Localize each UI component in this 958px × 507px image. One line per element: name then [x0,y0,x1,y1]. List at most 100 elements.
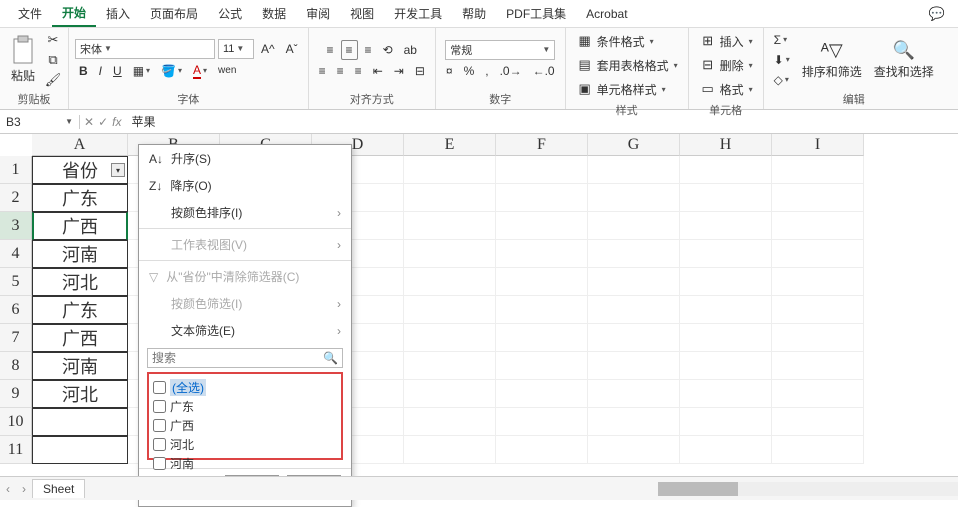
tab-formula[interactable]: 公式 [208,1,252,26]
merge-button[interactable]: ⊟ [411,62,429,80]
cell[interactable] [496,436,588,464]
fill-color-button[interactable]: 🪣▾ [157,62,186,80]
cell[interactable] [772,184,864,212]
cell[interactable] [680,296,772,324]
row-header[interactable]: 8 [0,352,32,380]
fill-button[interactable]: ⬇▾ [770,51,794,69]
col-header-g[interactable]: G [588,134,680,156]
decrease-decimal-button[interactable]: ←.0 [529,62,559,80]
cell[interactable] [496,296,588,324]
format-painter-button[interactable]: 🖌 [44,71,62,89]
row-header[interactable]: 4 [0,240,32,268]
percent-button[interactable]: % [460,62,479,80]
cut-button[interactable]: ✂ [44,31,62,49]
cell[interactable] [404,268,496,296]
name-box[interactable]: B3▼ [0,115,80,129]
cell[interactable] [680,212,772,240]
sheet-tab[interactable]: Sheet [32,479,85,498]
cell[interactable] [588,212,680,240]
sort-by-color-item[interactable]: 按颜色排序(I)› [139,199,351,226]
cell[interactable] [588,436,680,464]
underline-button[interactable]: U [109,62,126,80]
cell[interactable] [496,156,588,184]
cancel-formula-button[interactable]: ✕ [84,115,94,129]
cell[interactable] [588,324,680,352]
clear-button[interactable]: ◇▾ [770,71,793,89]
cell-styles-button[interactable]: ▣单元格样式▾ [572,78,670,100]
cell[interactable] [404,184,496,212]
italic-button[interactable]: I [95,62,106,80]
sheet-nav-prev[interactable]: ‹ [0,482,16,496]
comments-button[interactable]: 💬 [924,3,950,25]
tab-file[interactable]: 文件 [8,1,52,26]
cell[interactable]: 广西 [32,212,128,240]
align-right-button[interactable]: ≡ [351,62,366,80]
cell[interactable] [588,156,680,184]
cell[interactable] [588,408,680,436]
filter-search[interactable]: 🔍 [147,348,343,368]
cell[interactable] [680,352,772,380]
tab-view[interactable]: 视图 [340,1,384,26]
increase-font-button[interactable]: A^ [257,40,279,58]
enter-formula-button[interactable]: ✓ [98,115,108,129]
tab-insert[interactable]: 插入 [96,1,140,26]
col-header-i[interactable]: I [772,134,864,156]
cell[interactable] [496,352,588,380]
cell[interactable] [772,240,864,268]
cell[interactable] [588,296,680,324]
tab-data[interactable]: 数据 [252,1,296,26]
tab-layout[interactable]: 页面布局 [140,1,208,26]
row-header[interactable]: 11 [0,436,32,464]
row-header[interactable]: 9 [0,380,32,408]
cell[interactable] [680,436,772,464]
filter-search-input[interactable] [152,351,323,365]
cell[interactable]: 河南 [32,352,128,380]
col-header-e[interactable]: E [404,134,496,156]
cell[interactable] [772,352,864,380]
cell[interactable] [404,324,496,352]
cell[interactable] [32,436,128,464]
tab-review[interactable]: 审阅 [296,1,340,26]
row-header[interactable]: 10 [0,408,32,436]
autosum-button[interactable]: Σ▾ [770,31,791,49]
cell[interactable] [680,184,772,212]
cell[interactable] [496,408,588,436]
conditional-format-button[interactable]: ▦条件格式▾ [572,30,658,52]
align-middle-button[interactable]: ≡ [341,40,358,60]
select-all-checkbox[interactable]: (全选) [153,378,337,397]
cell[interactable] [772,268,864,296]
cell[interactable] [404,156,496,184]
cell[interactable] [772,296,864,324]
cell[interactable] [588,352,680,380]
cell[interactable]: 河北 [32,380,128,408]
copy-button[interactable]: ⧉ [44,51,62,69]
font-size-combo[interactable]: 11▼ [218,39,254,59]
bold-button[interactable]: B [75,62,92,80]
row-header[interactable]: 7 [0,324,32,352]
row-header[interactable]: 5 [0,268,32,296]
delete-cells-button[interactable]: ⊟删除▾ [695,54,757,76]
filter-item-2[interactable]: 河北 [153,435,337,454]
cell[interactable] [772,408,864,436]
table-format-button[interactable]: ▤套用表格格式▾ [572,54,682,76]
filter-dropdown-icon[interactable]: ▾ [111,163,125,177]
cell[interactable] [772,324,864,352]
cell[interactable] [496,324,588,352]
border-button[interactable]: ▦▾ [129,62,154,80]
filter-item-0[interactable]: 广东 [153,397,337,416]
tab-dev[interactable]: 开发工具 [384,1,452,26]
cell[interactable] [772,156,864,184]
tab-acrobat[interactable]: Acrobat [576,3,637,25]
sort-desc-item[interactable]: Z↓降序(O) [139,172,351,199]
row-header[interactable]: 1 [0,156,32,184]
row-header[interactable]: 3 [0,212,32,240]
cell[interactable] [496,184,588,212]
cell[interactable] [496,240,588,268]
orientation-button[interactable]: ⟲ [379,41,397,59]
filter-item-1[interactable]: 广西 [153,416,337,435]
cell[interactable]: 省份▾ [32,156,128,184]
align-left-button[interactable]: ≡ [315,62,330,80]
cell[interactable]: 广东 [32,184,128,212]
cell[interactable] [496,268,588,296]
cell[interactable] [588,240,680,268]
